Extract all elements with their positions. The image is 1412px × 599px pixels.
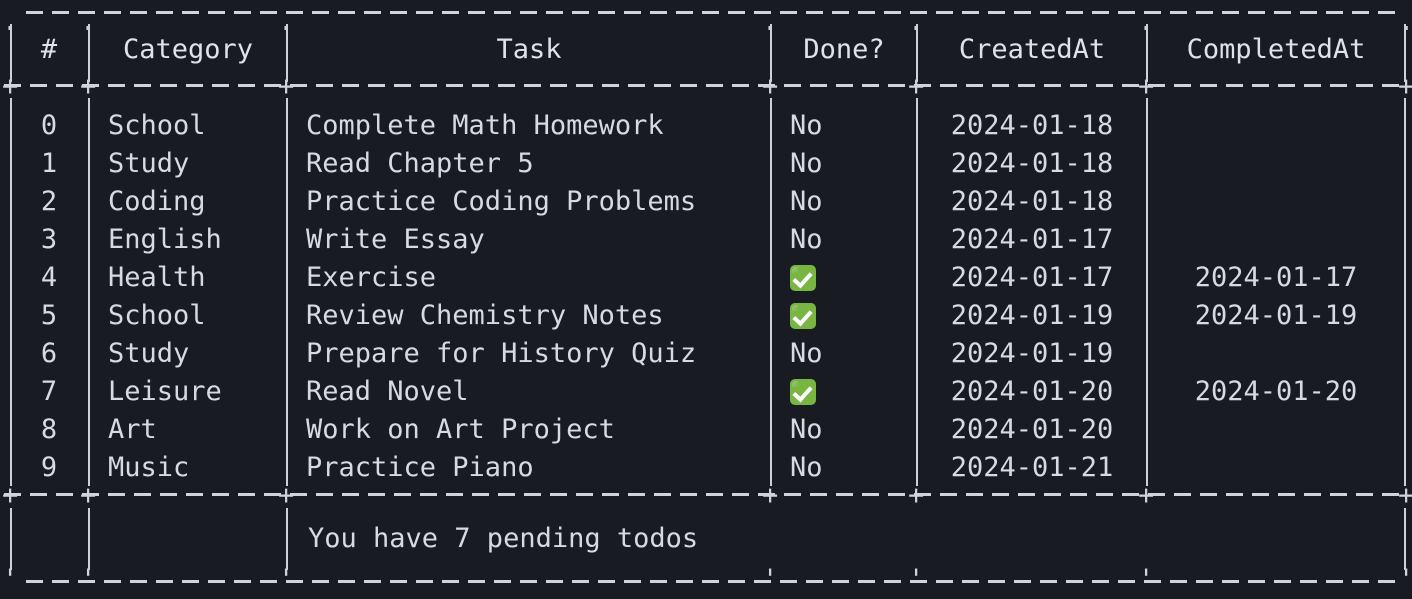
- table-bottom-border: [26, 580, 1398, 583]
- cell-done: [790, 297, 914, 335]
- cell-category: English: [108, 224, 222, 255]
- column-divider: [770, 24, 772, 82]
- table-top-border: [26, 11, 1398, 14]
- cell-created-at: 2024-01-20: [950, 414, 1114, 445]
- cell-created-at: 2024-01-17: [950, 224, 1114, 255]
- border-junction-tick: ': [762, 564, 779, 595]
- cell-completed-at: [1150, 335, 1402, 373]
- column-divider: [770, 98, 772, 486]
- cell-index: 6: [40, 338, 58, 369]
- column-divider: [88, 24, 90, 82]
- cell-completed-at: [1150, 107, 1402, 145]
- cell-done: No: [790, 224, 823, 255]
- column-divider: [10, 508, 12, 570]
- cell-done: No: [790, 148, 823, 179]
- footer-summary-text: You have 7 pending todos: [308, 523, 699, 554]
- cell-completed-at: [1150, 221, 1402, 259]
- cell-done: No: [790, 452, 823, 483]
- cell-task: Complete Math Homework: [306, 110, 664, 141]
- cell-index: 5: [40, 300, 58, 331]
- table-footer-rule: [4, 493, 1408, 496]
- cell-category: Leisure: [108, 376, 222, 407]
- cell-category: Study: [108, 148, 190, 179]
- cell-category: Study: [108, 338, 190, 369]
- column-divider: [1146, 24, 1148, 82]
- cell-completed-at: 2024-01-17: [1194, 262, 1358, 293]
- cell-index: 3: [40, 224, 58, 255]
- column-divider: [286, 98, 288, 486]
- cell-created-at: 2024-01-18: [950, 110, 1114, 141]
- cell-created-at: 2024-01-18: [950, 148, 1114, 179]
- column-header-completed-at[interactable]: CompletedAt: [1150, 31, 1402, 69]
- cell-task: Practice Coding Problems: [306, 186, 697, 217]
- column-header-created-at[interactable]: CreatedAt: [920, 31, 1144, 69]
- cell-task: Prepare for History Quiz: [306, 338, 697, 369]
- cell-category: School: [108, 110, 206, 141]
- cell-category: Music: [108, 452, 190, 483]
- column-header-category[interactable]: Category: [92, 31, 284, 69]
- cell-task: Practice Piano: [306, 452, 534, 483]
- cell-index: 8: [40, 414, 58, 445]
- check-mark-icon: [790, 303, 816, 329]
- border-junction-tick: ': [908, 564, 925, 595]
- cell-index: 1: [40, 148, 58, 179]
- column-divider: [916, 98, 918, 486]
- cell-created-at: 2024-01-18: [950, 186, 1114, 217]
- column-divider: [916, 24, 918, 82]
- cell-created-at: 2024-01-19: [950, 338, 1114, 369]
- cell-category: Health: [108, 262, 206, 293]
- check-mark-icon: [790, 379, 816, 405]
- cell-category: Art: [108, 414, 157, 445]
- cell-category: School: [108, 300, 206, 331]
- cell-completed-at: [1150, 411, 1402, 449]
- column-divider: [1404, 508, 1406, 570]
- cell-index: 0: [40, 110, 58, 141]
- column-header-index[interactable]: #: [12, 31, 86, 69]
- cell-task: Exercise: [306, 262, 437, 293]
- cell-task: Review Chemistry Notes: [306, 300, 664, 331]
- cell-index: 4: [40, 262, 58, 293]
- border-junction-tick: ': [1398, 566, 1412, 593]
- cell-created-at: 2024-01-20: [950, 376, 1114, 407]
- cell-created-at: 2024-01-19: [950, 300, 1114, 331]
- cell-task: Read Novel: [306, 376, 469, 407]
- column-divider: [88, 508, 90, 570]
- cell-index: 7: [40, 376, 58, 407]
- cell-done: No: [790, 338, 823, 369]
- column-header-task[interactable]: Task: [290, 31, 768, 69]
- cell-done: No: [790, 186, 823, 217]
- cell-task: Read Chapter 5: [306, 148, 534, 179]
- column-divider: [1404, 98, 1406, 486]
- cell-completed-at: 2024-01-19: [1194, 300, 1358, 331]
- cell-done: [790, 373, 914, 411]
- cell-category: Coding: [108, 186, 206, 217]
- cell-task: Write Essay: [306, 224, 485, 255]
- cell-created-at: 2024-01-17: [950, 262, 1114, 293]
- cell-completed-at: [1150, 183, 1402, 221]
- column-divider: [286, 24, 288, 82]
- check-mark-icon: [790, 265, 816, 291]
- table-header-rule: [4, 84, 1408, 87]
- column-divider: [1146, 98, 1148, 486]
- cell-created-at: 2024-01-21: [950, 452, 1114, 483]
- cell-completed-at: [1150, 145, 1402, 183]
- terminal-table-output: . . . . . . . + + + + + + + + + + + + + …: [0, 0, 1412, 599]
- column-divider: [1404, 24, 1406, 82]
- column-divider: [88, 98, 90, 486]
- cell-completed-at: [1150, 449, 1402, 487]
- cell-index: 2: [40, 186, 58, 217]
- border-junction-tick: ': [1138, 564, 1155, 595]
- column-divider: [286, 508, 288, 570]
- cell-completed-at: 2024-01-20: [1194, 376, 1358, 407]
- cell-done: No: [790, 414, 823, 445]
- border-junction-tick: ': [278, 564, 295, 595]
- cell-index: 9: [40, 452, 58, 483]
- cell-done: [790, 259, 914, 297]
- column-header-done[interactable]: Done?: [774, 31, 914, 69]
- border-junction-tick: ': [2, 564, 19, 595]
- border-junction-tick: ': [80, 564, 97, 595]
- cell-task: Work on Art Project: [306, 414, 615, 445]
- cell-done: No: [790, 110, 823, 141]
